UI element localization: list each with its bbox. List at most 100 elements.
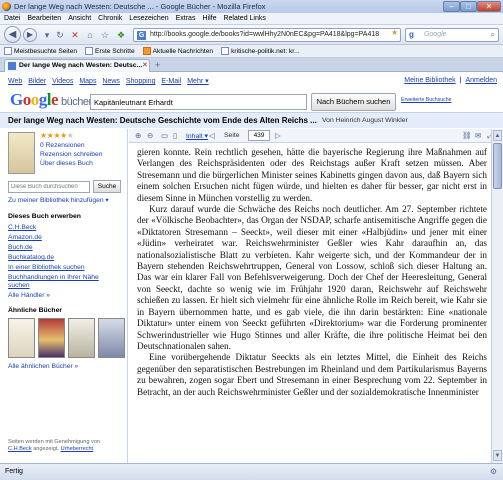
zoom-in-icon[interactable]: ⊕ <box>135 131 141 140</box>
window-title: Der lange Weg nach Westen: Deutsche ... … <box>14 2 266 11</box>
page-paragraph: gieren konnte. Rein rechtlich gesehen, h… <box>137 147 487 203</box>
shop-link-buchkatalog[interactable]: Buchkatalog.de <box>8 254 54 261</box>
bookmarks-toolbar: Meistbesuchte Seiten Erste Schritte Aktu… <box>0 45 503 58</box>
nav-web[interactable]: Web <box>8 78 22 85</box>
bookmark-most-visited[interactable]: Meistbesuchte Seiten <box>4 47 77 55</box>
my-library-link[interactable]: Meine Bibliothek <box>404 77 455 84</box>
shop-link-amazon[interactable]: Amazon.de <box>8 234 42 241</box>
write-review-link[interactable]: Rezension schreiben <box>40 151 102 158</box>
similar-book-thumbnail[interactable] <box>98 318 125 358</box>
library-search-link[interactable]: In einer Bibliothek suchen <box>8 264 85 271</box>
nav-shopping[interactable]: Shopping <box>126 78 156 85</box>
menu-item-datei[interactable]: Datei <box>4 15 20 22</box>
google-books-logo[interactable]: Google bücher <box>10 90 92 110</box>
search-in-book-button[interactable]: Suche <box>93 180 121 193</box>
viewer-toolbar: ⊕ ⊖ ▭ ▯ Inhalt ▾ ◁ Seite 439 ▷ ⛓ ✉ ⤢ <box>129 129 503 143</box>
menu-item-related-links[interactable]: Related Links <box>223 15 265 22</box>
browser-search-box[interactable]: g Google ⌕ <box>405 28 499 42</box>
nav-bilder[interactable]: Bilder <box>28 78 46 85</box>
nav-more[interactable]: Mehr ▾ <box>187 78 208 85</box>
minimize-button[interactable]: – <box>443 1 460 12</box>
status-text: Fertig <box>5 468 23 475</box>
maximize-button[interactable]: □ <box>460 1 477 12</box>
zoom-out-icon[interactable]: ⊖ <box>147 131 153 140</box>
about-book-link[interactable]: Über dieses Buch <box>40 160 93 167</box>
new-tab-button[interactable]: + <box>155 60 160 70</box>
nearby-stores-link-cont[interactable]: suchen <box>8 282 30 289</box>
search-icon[interactable]: ⌕ <box>491 30 495 40</box>
status-bar: Fertig ⚙ <box>0 463 503 480</box>
reload-icon[interactable]: ↻ <box>54 29 66 41</box>
web-page: Web Bilder Videos Maps News Shopping E-M… <box>0 72 503 463</box>
all-sellers-link[interactable]: Alle Händler » <box>8 292 50 299</box>
scroll-thumb[interactable] <box>493 143 502 189</box>
close-window-button[interactable]: ✕ <box>477 1 501 12</box>
menu-item-lesezeichen[interactable]: Lesezeichen <box>129 15 168 22</box>
shop-link-buchde[interactable]: Buch.de <box>8 244 33 251</box>
buy-book-heading: Dieses Buch erwerben <box>8 213 81 220</box>
forward-arrow-icon[interactable]: ▶ <box>23 28 37 42</box>
feedback-icon[interactable]: ✉ <box>475 131 481 140</box>
google-search-engine-icon[interactable]: g <box>409 30 414 39</box>
next-page-icon[interactable]: ▷ <box>275 131 281 140</box>
all-similar-books-link[interactable]: Alle ähnlichen Bücher » <box>8 363 78 370</box>
menu-item-ansicht[interactable]: Ansicht <box>68 15 91 22</box>
page-number-input[interactable]: 439 <box>248 130 270 141</box>
add-to-library-link[interactable]: Zu meiner Bibliothek hinzufügen ▾ <box>8 196 109 204</box>
page-scrollbar[interactable]: ▲ ▼ <box>491 129 503 463</box>
book-viewer: ⊕ ⊖ ▭ ▯ Inhalt ▾ ◁ Seite 439 ▷ ⛓ ✉ ⤢ gie… <box>129 129 503 463</box>
nav-news[interactable]: News <box>102 78 120 85</box>
nav-email[interactable]: E-Mail <box>161 78 181 85</box>
bookmark-news[interactable]: Aktuelle Nachrichten <box>142 47 213 55</box>
similar-book-thumbnail[interactable] <box>68 318 95 358</box>
stop-icon[interactable]: ✕ <box>69 29 81 41</box>
search-books-button[interactable]: Nach Büchern suchen <box>311 93 396 111</box>
dropdown-history-icon[interactable]: ▾ <box>41 29 53 41</box>
two-page-view-icon[interactable]: ▯ <box>173 131 177 140</box>
similar-book-thumbnail[interactable] <box>38 318 65 358</box>
scroll-up-arrow-icon[interactable]: ▲ <box>493 130 502 141</box>
book-title[interactable]: Der lange Weg nach Westen: Deutsche Gesc… <box>8 116 317 125</box>
menu-item-hilfe[interactable]: Hilfe <box>202 15 216 22</box>
bookmark-toolbar-icon[interactable]: ☆ <box>99 29 111 41</box>
menu-item-bearbeiten[interactable]: Bearbeiten <box>27 15 61 22</box>
book-cover-thumbnail[interactable] <box>8 132 35 174</box>
bookmark-star-icon[interactable]: ★ <box>391 28 398 37</box>
addon-icon[interactable]: ❖ <box>115 29 127 41</box>
book-search-input[interactable] <box>90 94 307 110</box>
bookmark-kritische-politik[interactable]: kritische-politik.net: kr... <box>221 47 300 55</box>
back-arrow-icon[interactable]: ◀ <box>4 26 21 43</box>
status-addon-icon[interactable]: ⚙ <box>490 467 497 476</box>
search-in-book-input[interactable] <box>8 181 90 193</box>
address-bar[interactable]: G http://books.google.de/books?id=wwlHhy… <box>133 28 401 42</box>
similar-book-thumbnail[interactable] <box>8 318 35 358</box>
nearby-stores-link[interactable]: Buchhandlungen in Ihrer Nähe <box>8 274 99 281</box>
nav-videos[interactable]: Videos <box>52 78 73 85</box>
bookmark-getting-started[interactable]: Erste Schritte <box>85 47 135 55</box>
tab-active[interactable]: Der lange Weg nach Westen: Deutsc... ✕ <box>4 59 150 72</box>
google-books-favicon-icon <box>8 62 16 70</box>
address-bar-url[interactable]: http://books.google.de/books?id=wwlHhy2N… <box>150 31 379 38</box>
advanced-search-link[interactable]: Erweiterte Buchsuche <box>401 97 451 103</box>
menu-item-extras[interactable]: Extras <box>176 15 196 22</box>
page-paragraph: Eine vorübergehende Diktatur Seeckts als… <box>137 352 487 397</box>
publisher-link[interactable]: C.H.Beck <box>8 446 32 452</box>
menu-item-chronik[interactable]: Chronik <box>98 15 122 22</box>
scroll-down-arrow-icon[interactable]: ▼ <box>493 450 502 461</box>
close-tab-icon[interactable]: ✕ <box>142 61 148 69</box>
book-author[interactable]: Von Heinrich August Winkler <box>322 117 408 124</box>
window-title-bar: Der lange Weg nach Westen: Deutsche ... … <box>0 0 503 13</box>
bookmark-page-icon <box>221 47 230 55</box>
reviews-link[interactable]: 0 Rezensionen <box>40 142 85 149</box>
sign-in-link[interactable]: Anmelden <box>465 77 497 84</box>
logo-subtitle: bücher <box>61 96 92 108</box>
link-icon[interactable]: ⛓ <box>462 131 472 140</box>
nav-maps[interactable]: Maps <box>79 78 96 85</box>
copyright-link[interactable]: Urheberrecht <box>61 446 94 452</box>
previous-page-icon[interactable]: ◁ <box>209 131 215 140</box>
one-page-view-icon[interactable]: ▭ <box>161 131 168 140</box>
book-title-bar: Der lange Weg nach Westen: Deutsche Gesc… <box>0 112 503 128</box>
table-of-contents-link[interactable]: Inhalt ▾ <box>186 132 208 140</box>
shop-link-chbeck[interactable]: C.H.Beck <box>8 224 36 231</box>
home-icon[interactable]: ⌂ <box>84 29 96 41</box>
